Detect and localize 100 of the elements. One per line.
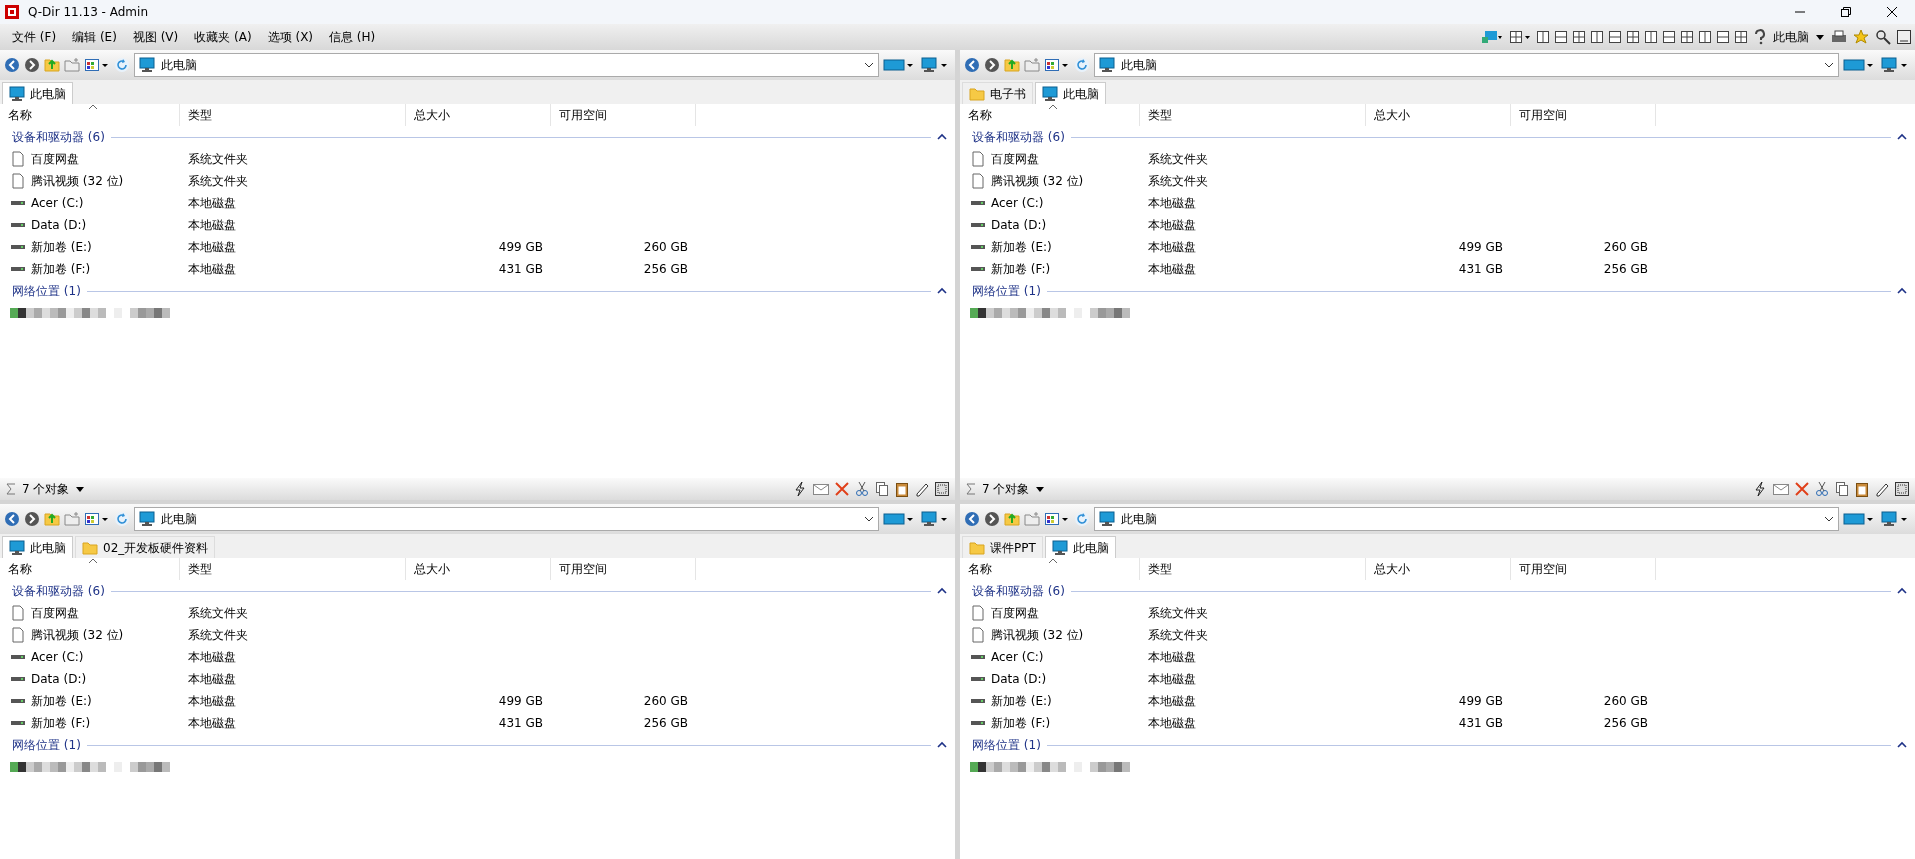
dropdown-icon[interactable] — [1824, 61, 1834, 69]
network-icon[interactable] — [1481, 29, 1503, 45]
tab[interactable]: 此电脑 — [2, 536, 73, 558]
dropdown-icon[interactable] — [1824, 515, 1834, 523]
layout-icon[interactable] — [1699, 31, 1711, 43]
column-header[interactable]: 可用空间 — [551, 104, 696, 126]
layout-icon[interactable] — [1735, 31, 1747, 43]
layout-icon[interactable] — [1555, 31, 1567, 43]
tab[interactable]: 电子书 — [962, 82, 1033, 104]
file-name[interactable]: 新加卷 (E:) — [991, 238, 1052, 256]
column-header[interactable]: 可用空间 — [1511, 558, 1656, 580]
cut-icon[interactable] — [855, 481, 869, 497]
star-icon[interactable] — [1853, 29, 1869, 45]
address-field[interactable]: 此电脑 — [1094, 507, 1839, 531]
view-icon[interactable] — [84, 57, 110, 73]
layout-icon[interactable] — [1681, 31, 1693, 43]
group-header[interactable]: 设备和驱动器 (6) — [12, 128, 105, 146]
copy-icon[interactable] — [875, 481, 889, 497]
select-icon[interactable] — [1895, 482, 1909, 496]
column-header[interactable]: 类型 — [180, 558, 406, 580]
file-name[interactable]: Acer (C:) — [991, 194, 1044, 212]
column-header[interactable]: 类型 — [1140, 558, 1366, 580]
layout-icon[interactable] — [1627, 31, 1639, 43]
refresh-icon[interactable] — [1074, 57, 1090, 73]
file-name[interactable]: 百度网盘 — [991, 604, 1039, 622]
group-header[interactable]: 网络位置 (1) — [972, 282, 1041, 300]
zoom-icon[interactable] — [1875, 29, 1891, 45]
file-name[interactable]: 新加卷 (F:) — [991, 260, 1051, 278]
lightning-icon[interactable] — [1753, 481, 1767, 497]
menu-item[interactable]: 编辑 (E) — [64, 28, 125, 46]
forward-icon[interactable] — [24, 511, 40, 527]
menu-item[interactable]: 文件 (F) — [4, 28, 65, 46]
layout-icon[interactable] — [1663, 31, 1675, 43]
column-header[interactable]: 名称 — [960, 104, 1140, 126]
refresh-icon[interactable] — [114, 57, 130, 73]
file-name[interactable]: 新加卷 (E:) — [991, 692, 1052, 710]
group-header[interactable]: 设备和驱动器 (6) — [12, 582, 105, 600]
menu-item[interactable]: 选项 (X) — [259, 28, 322, 46]
column-header[interactable]: 总大小 — [1366, 104, 1511, 126]
column-header[interactable]: 名称 — [0, 104, 180, 126]
menu-item[interactable]: 收藏夹 (A) — [186, 28, 260, 46]
help-icon[interactable] — [1753, 29, 1767, 45]
column-header[interactable]: 类型 — [1140, 104, 1366, 126]
group-header[interactable]: 设备和驱动器 (6) — [972, 582, 1065, 600]
group-header[interactable]: 网络位置 (1) — [972, 736, 1041, 754]
tab[interactable]: 此电脑 — [2, 82, 73, 104]
copy-icon[interactable] — [1835, 481, 1849, 497]
tab[interactable]: 此电脑 — [1044, 536, 1116, 558]
dropdown-icon[interactable] — [864, 515, 874, 523]
select-icon[interactable] — [935, 482, 949, 496]
column-header[interactable]: 可用空间 — [1511, 104, 1656, 126]
forward-icon[interactable] — [984, 57, 1000, 73]
collapse-icon[interactable] — [1897, 133, 1907, 141]
file-name[interactable]: 百度网盘 — [31, 604, 79, 622]
collapse-icon[interactable] — [1897, 587, 1907, 595]
tab[interactable]: 02_开发板硬件资料 — [75, 536, 216, 558]
file-name[interactable]: Data (D:) — [31, 670, 87, 688]
layout-icon[interactable] — [1537, 31, 1549, 43]
column-header[interactable]: 总大小 — [406, 558, 551, 580]
view-icon[interactable] — [84, 511, 110, 527]
layout-icon[interactable] — [1573, 31, 1585, 43]
file-name[interactable]: Acer (C:) — [31, 194, 84, 212]
collapse-icon[interactable] — [937, 741, 947, 749]
column-header[interactable]: 名称 — [0, 558, 180, 580]
file-name[interactable]: 腾讯视频 (32 位) — [31, 626, 124, 644]
menu-item[interactable]: 信息 (H) — [321, 28, 384, 46]
lightning-icon[interactable] — [793, 481, 807, 497]
address-field[interactable]: 此电脑 — [1094, 53, 1839, 77]
file-name[interactable]: 百度网盘 — [991, 150, 1039, 168]
address-field[interactable]: 此电脑 — [134, 53, 879, 77]
column-header[interactable]: 总大小 — [406, 104, 551, 126]
collapse-icon[interactable] — [937, 133, 947, 141]
file-name[interactable]: 新加卷 (E:) — [31, 692, 92, 710]
layout-icon[interactable] — [1717, 31, 1729, 43]
printer-icon[interactable] — [1831, 29, 1847, 45]
forward-icon[interactable] — [984, 511, 1000, 527]
delete-icon[interactable] — [835, 482, 849, 496]
column-header[interactable]: 类型 — [180, 104, 406, 126]
collapse-icon[interactable] — [1897, 287, 1907, 295]
cut-icon[interactable] — [1815, 481, 1829, 497]
paste-icon[interactable] — [1855, 481, 1869, 497]
window-icon[interactable] — [1897, 30, 1911, 44]
file-name[interactable]: 腾讯视频 (32 位) — [31, 172, 124, 190]
file-name[interactable]: Data (D:) — [31, 216, 87, 234]
forward-icon[interactable] — [24, 57, 40, 73]
file-name[interactable]: 腾讯视频 (32 位) — [991, 626, 1084, 644]
back-icon[interactable] — [964, 57, 980, 73]
column-header[interactable]: 名称 — [960, 558, 1140, 580]
group-header[interactable]: 网络位置 (1) — [12, 282, 81, 300]
address-field[interactable]: 此电脑 — [134, 507, 879, 531]
file-name[interactable]: 腾讯视频 (32 位) — [991, 172, 1084, 190]
file-name[interactable]: 百度网盘 — [31, 150, 79, 168]
file-name[interactable]: Data (D:) — [991, 670, 1047, 688]
refresh-icon[interactable] — [114, 511, 130, 527]
mail-icon[interactable] — [1773, 483, 1789, 495]
file-name[interactable]: Acer (C:) — [991, 648, 1044, 666]
group-header[interactable]: 设备和驱动器 (6) — [972, 128, 1065, 146]
tab[interactable]: 此电脑 — [1035, 82, 1106, 104]
paste-icon[interactable] — [895, 481, 909, 497]
view-icon[interactable] — [1044, 57, 1070, 73]
